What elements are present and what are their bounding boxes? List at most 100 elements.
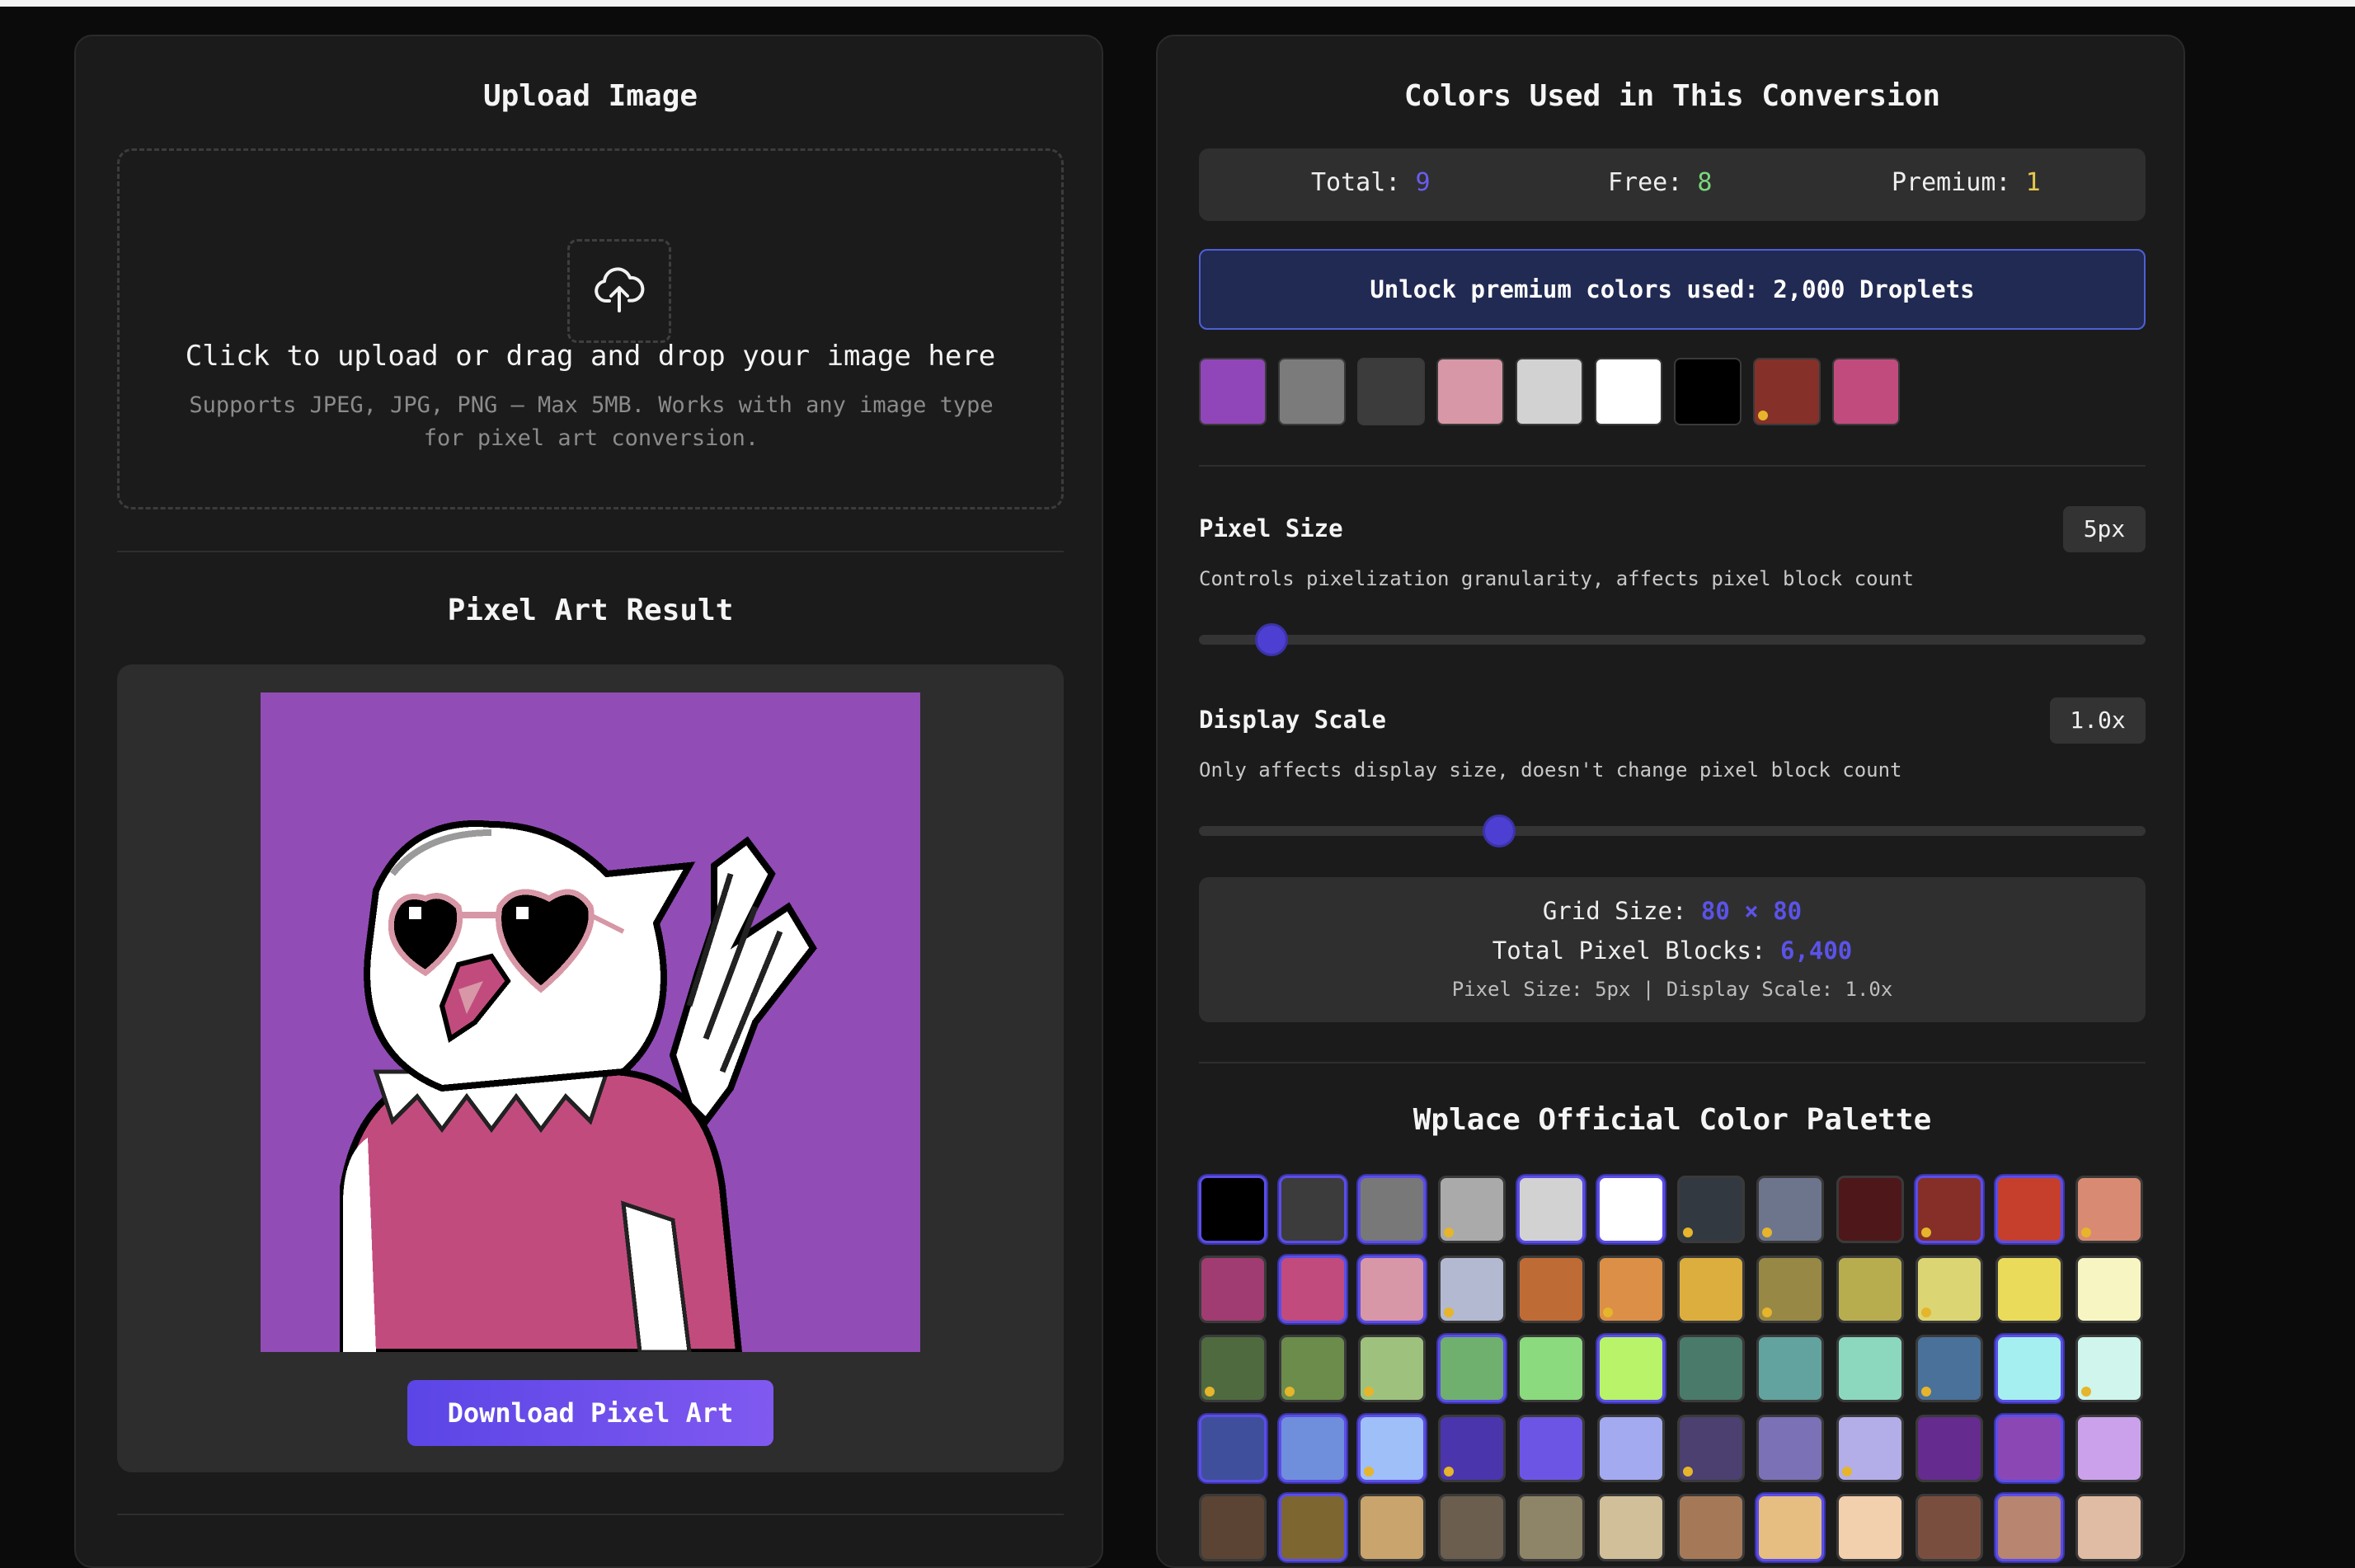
palette-color-swatch[interactable] xyxy=(1358,1176,1427,1243)
palette-color-swatch[interactable] xyxy=(1278,1335,1347,1403)
used-color-swatch[interactable] xyxy=(1436,358,1504,425)
palette-color-swatch[interactable] xyxy=(1995,1414,2063,1482)
palette-color-swatch[interactable] xyxy=(2075,1494,2143,1562)
display-scale-label: Display Scale xyxy=(1199,706,1386,734)
pixel-size-description: Controls pixelization granularity, affec… xyxy=(1199,567,1914,590)
palette-color-swatch[interactable] xyxy=(1836,1255,1904,1323)
grid-size-label: Grid Size: xyxy=(1542,897,1687,925)
used-color-swatch[interactable] xyxy=(1199,358,1267,425)
pixel-art-image xyxy=(261,692,920,1352)
palette-color-swatch[interactable] xyxy=(1199,1414,1267,1482)
used-color-swatch[interactable] xyxy=(1357,358,1425,425)
palette-color-swatch[interactable] xyxy=(1915,1414,1984,1482)
palette-color-swatch[interactable] xyxy=(1278,1255,1347,1323)
palette-color-swatch[interactable] xyxy=(1676,1494,1745,1562)
result-title: Pixel Art Result xyxy=(447,594,734,627)
palette-color-swatch[interactable] xyxy=(1437,1255,1506,1323)
display-scale-slider[interactable] xyxy=(1199,826,2146,836)
stat-total: Total: 9 xyxy=(1311,168,1431,197)
palette-color-swatch[interactable] xyxy=(1199,1494,1267,1562)
palette-color-swatch[interactable] xyxy=(1995,1176,2063,1243)
palette-color-swatch[interactable] xyxy=(1597,1414,1665,1482)
palette-color-swatch[interactable] xyxy=(1278,1414,1347,1482)
palette-color-swatch[interactable] xyxy=(1915,1176,1984,1243)
palette-color-swatch[interactable] xyxy=(1597,1335,1665,1403)
upload-prompt: Click to upload or drag and drop your im… xyxy=(185,340,996,373)
palette-color-swatch[interactable] xyxy=(1437,1335,1506,1403)
palette-color-swatch[interactable] xyxy=(1995,1255,2063,1323)
palette-color-swatch[interactable] xyxy=(2075,1414,2143,1482)
premium-dot-icon xyxy=(1205,1387,1215,1397)
premium-dot-icon xyxy=(1762,1307,1773,1317)
palette-color-swatch[interactable] xyxy=(1756,1176,1825,1243)
color-stats-bar: Total: 9 Free: 8 Premium: 1 xyxy=(1199,148,2146,221)
palette-color-swatch[interactable] xyxy=(1995,1335,2063,1403)
palette-color-swatch[interactable] xyxy=(1437,1414,1506,1482)
palette-color-swatch[interactable] xyxy=(2075,1255,2143,1323)
palette-color-swatch[interactable] xyxy=(1756,1335,1825,1403)
palette-color-swatch[interactable] xyxy=(1358,1414,1427,1482)
total-blocks-label: Total Pixel Blocks: xyxy=(1492,937,1766,965)
palette-title: Wplace Official Color Palette xyxy=(1413,1103,1932,1137)
stat-free-value: 8 xyxy=(1697,168,1713,197)
palette-color-swatch[interactable] xyxy=(1995,1494,2063,1562)
used-color-swatch[interactable] xyxy=(1278,358,1346,425)
premium-dot-icon xyxy=(2080,1228,2091,1237)
palette-color-swatch[interactable] xyxy=(2075,1176,2143,1243)
palette-color-swatch[interactable] xyxy=(1278,1494,1347,1562)
palette-color-swatch[interactable] xyxy=(1915,1494,1984,1562)
display-scale-slider-thumb[interactable] xyxy=(1482,815,1516,847)
palette-color-swatch[interactable] xyxy=(1836,1176,1904,1243)
palette-color-swatch[interactable] xyxy=(1517,1414,1586,1482)
stat-free-label: Free: xyxy=(1608,168,1683,197)
used-color-swatch[interactable] xyxy=(1674,358,1742,425)
download-pixel-art-button[interactable]: Download Pixel Art xyxy=(407,1380,773,1446)
palette-color-swatch[interactable] xyxy=(1358,1335,1427,1403)
palette-color-swatch[interactable] xyxy=(1756,1255,1825,1323)
palette-color-swatch[interactable] xyxy=(1437,1494,1506,1562)
premium-dot-icon xyxy=(1921,1228,1932,1237)
stat-total-value: 9 xyxy=(1415,168,1431,197)
used-color-swatch[interactable] xyxy=(1832,358,1900,425)
palette-color-swatch[interactable] xyxy=(1915,1255,1984,1323)
left-panel: Upload Image Click to upload or drag and… xyxy=(74,35,1103,1568)
palette-color-swatch[interactable] xyxy=(1756,1494,1825,1562)
section-divider xyxy=(117,551,1064,552)
used-color-swatch[interactable] xyxy=(1516,358,1583,425)
palette-color-swatch[interactable] xyxy=(1278,1176,1347,1243)
used-color-swatch[interactable] xyxy=(1595,358,1662,425)
pixel-size-label: Pixel Size xyxy=(1199,514,1343,542)
palette-color-swatch[interactable] xyxy=(1756,1414,1825,1482)
palette-color-swatch[interactable] xyxy=(1597,1494,1665,1562)
premium-dot-icon xyxy=(1443,1307,1454,1317)
palette-color-swatch[interactable] xyxy=(1517,1255,1586,1323)
palette-color-swatch[interactable] xyxy=(1358,1255,1427,1323)
palette-color-swatch[interactable] xyxy=(1676,1255,1745,1323)
upload-cloud-icon[interactable] xyxy=(567,239,671,343)
pixel-size-slider-thumb[interactable] xyxy=(1255,623,1289,656)
palette-color-swatch[interactable] xyxy=(1199,1335,1267,1403)
palette-color-swatch[interactable] xyxy=(1517,1335,1586,1403)
section-divider xyxy=(117,1514,1064,1515)
pixel-size-slider[interactable] xyxy=(1199,635,2146,645)
palette-color-swatch[interactable] xyxy=(1597,1255,1665,1323)
palette-color-swatch[interactable] xyxy=(1676,1414,1745,1482)
palette-color-swatch[interactable] xyxy=(1836,1494,1904,1562)
total-blocks-value: 6,400 xyxy=(1779,937,1853,965)
palette-color-swatch[interactable] xyxy=(1437,1176,1506,1243)
palette-color-swatch[interactable] xyxy=(1836,1414,1904,1482)
palette-color-swatch[interactable] xyxy=(1199,1176,1267,1243)
used-color-swatch[interactable] xyxy=(1753,358,1821,425)
palette-color-swatch[interactable] xyxy=(1199,1255,1267,1323)
palette-color-swatch[interactable] xyxy=(1517,1176,1586,1243)
palette-color-swatch[interactable] xyxy=(1597,1176,1665,1243)
palette-color-swatch[interactable] xyxy=(1517,1494,1586,1562)
palette-color-swatch[interactable] xyxy=(1915,1335,1984,1403)
palette-color-swatch[interactable] xyxy=(1836,1335,1904,1403)
palette-color-swatch[interactable] xyxy=(1358,1494,1427,1562)
premium-dot-icon xyxy=(1284,1387,1295,1397)
palette-color-swatch[interactable] xyxy=(1676,1176,1745,1243)
unlock-premium-button[interactable]: Unlock premium colors used: 2,000 Drople… xyxy=(1199,249,2146,330)
palette-color-swatch[interactable] xyxy=(1676,1335,1745,1403)
palette-color-swatch[interactable] xyxy=(2075,1335,2143,1403)
